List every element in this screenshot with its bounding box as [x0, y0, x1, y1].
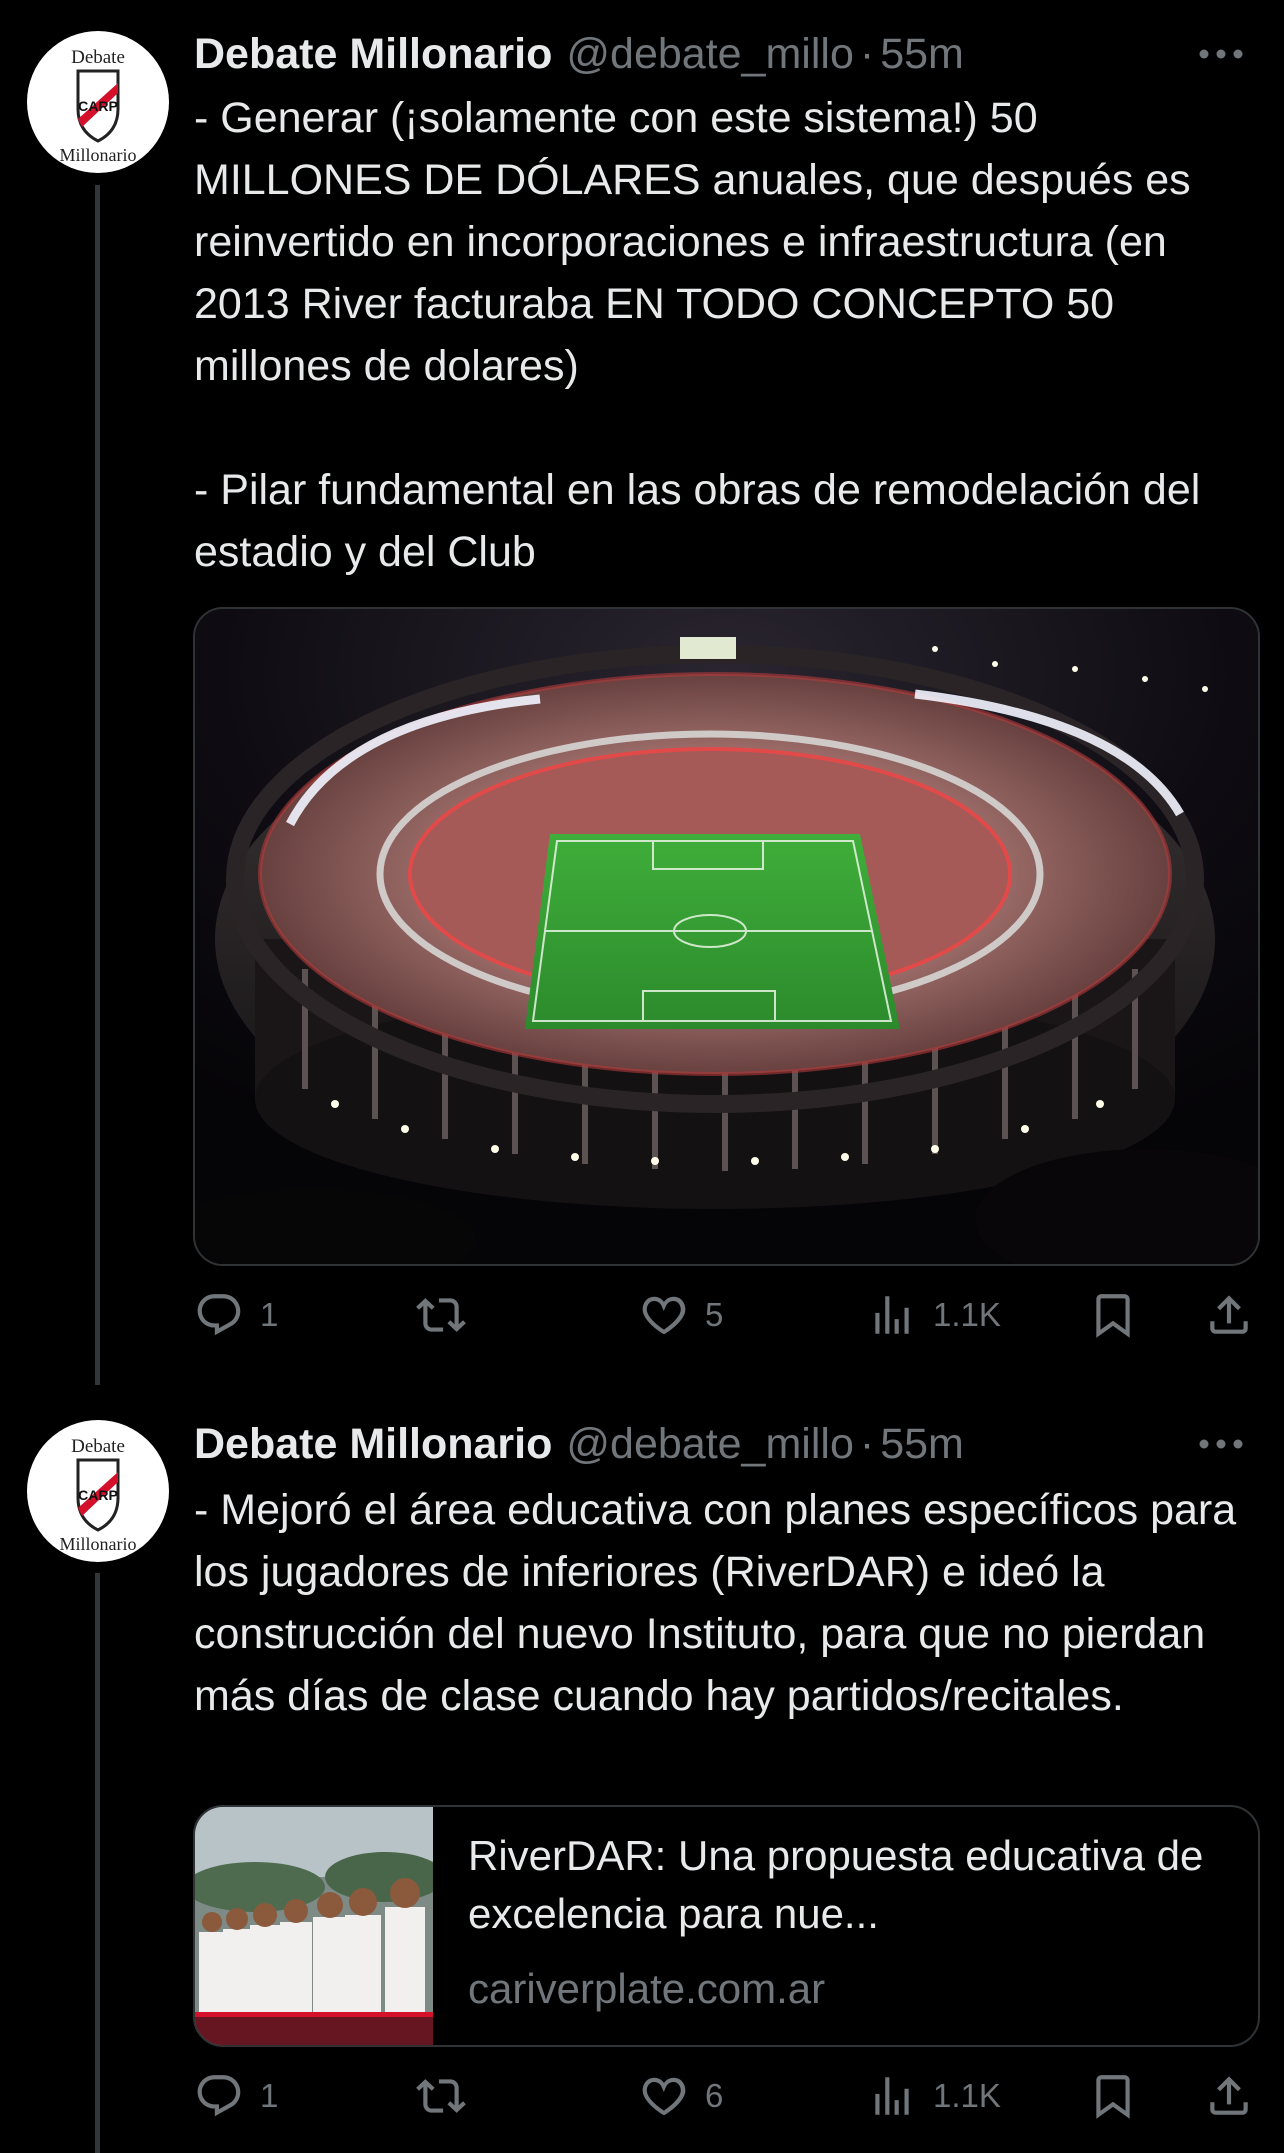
bookmark-icon [1096, 1294, 1130, 1338]
avatar-top-text: Debate [71, 47, 125, 68]
bookmark-icon [1096, 2075, 1130, 2119]
more-options-button[interactable] [1184, 1424, 1244, 1464]
reply-count: 1 [260, 1296, 279, 1333]
players-photo [195, 1807, 433, 2045]
views-button[interactable]: 1.1K [867, 1280, 1001, 1350]
link-preview-card[interactable]: RiverDAR: Una propuesta educativa de exc… [193, 1805, 1260, 2047]
like-count: 6 [705, 2077, 724, 2114]
reply-button[interactable]: 1 [194, 1280, 278, 1350]
tweet-header: Debate Millonario @debate_millo · 55m [194, 24, 1244, 84]
views-chart-icon [875, 2077, 909, 2115]
avatar-logo: Debate CARP Millonario [28, 1421, 168, 1561]
avatar-top-text: Debate [71, 1436, 125, 1457]
link-thumbnail-image [195, 1807, 433, 2045]
link-domain: cariverplate.com.ar [468, 1965, 826, 2012]
separator-dot: · [859, 1419, 875, 1468]
timestamp[interactable]: 55m [880, 30, 964, 79]
avatar-bottom-text: Millonario [60, 145, 137, 165]
like-count: 5 [705, 1296, 724, 1333]
avatar-bottom-text: Millonario [60, 1534, 137, 1554]
like-button[interactable]: 6 [639, 2061, 723, 2131]
share-button[interactable] [1204, 1280, 1254, 1350]
share-icon [1210, 1295, 1248, 1334]
tweet[interactable]: Debate CARP Millonario Debate Millonario… [0, 0, 1284, 1385]
avatar[interactable]: Debate CARP Millonario [27, 31, 169, 173]
separator-dot: · [859, 29, 875, 78]
views-chart-icon [875, 1296, 909, 1334]
share-icon [1210, 2076, 1248, 2115]
share-button[interactable] [1204, 2061, 1254, 2131]
reply-icon [197, 2075, 241, 2117]
more-horizontal-icon [1199, 49, 1243, 59]
retweet-button[interactable] [416, 1280, 482, 1350]
tweet-header: Debate Millonario @debate_millo · 55m [194, 1414, 1244, 1474]
link-title: RiverDAR: Una propuesta educativa de exc… [468, 1832, 1204, 1937]
tweet-text: - Mejoró el área educativa con planes es… [194, 1486, 1237, 1720]
author-handle[interactable]: @debate_millo [566, 30, 853, 79]
avatar-crest-text: CARP [78, 98, 118, 114]
author-name[interactable]: Debate Millonario [194, 1420, 552, 1469]
tweet-actions-bar: 1 5 1.1K [194, 1280, 1262, 1350]
heart-icon [642, 1296, 686, 1335]
views-count: 1.1K [933, 1296, 1001, 1333]
thread-connector-line [95, 1573, 100, 2153]
author-handle[interactable]: @debate_millo [566, 1420, 853, 1469]
retweet-icon [416, 2079, 466, 2113]
more-options-button[interactable] [1184, 34, 1244, 74]
tweet-actions-bar: 1 6 1.1K [194, 2061, 1262, 2131]
retweet-button[interactable] [416, 2061, 482, 2131]
reply-icon [197, 1294, 241, 1336]
avatar-crest-text: CARP [78, 1487, 118, 1503]
tweet-text: - Generar (¡solamente con este sistema!)… [194, 94, 1201, 576]
heart-icon [642, 2077, 686, 2116]
avatar[interactable]: Debate CARP Millonario [27, 1420, 169, 1562]
author-name[interactable]: Debate Millonario [194, 30, 552, 79]
avatar-logo: Debate CARP Millonario [28, 32, 168, 172]
reply-count: 1 [260, 2077, 279, 2114]
retweet-icon [416, 1298, 466, 1332]
more-horizontal-icon [1199, 1439, 1243, 1449]
stadium-image [195, 609, 1258, 1264]
views-button[interactable]: 1.1K [867, 2061, 1001, 2131]
tweet[interactable]: Debate CARP Millonario Debate Millonario… [0, 1385, 1284, 2153]
like-button[interactable]: 5 [639, 1280, 723, 1350]
reply-button[interactable]: 1 [194, 2061, 278, 2131]
thread-connector-line [95, 185, 100, 1385]
timestamp[interactable]: 55m [880, 1420, 964, 1469]
bookmark-button[interactable] [1088, 2061, 1138, 2131]
views-count: 1.1K [933, 2077, 1001, 2114]
bookmark-button[interactable] [1088, 1280, 1138, 1350]
tweet-media-image[interactable] [193, 607, 1260, 1266]
